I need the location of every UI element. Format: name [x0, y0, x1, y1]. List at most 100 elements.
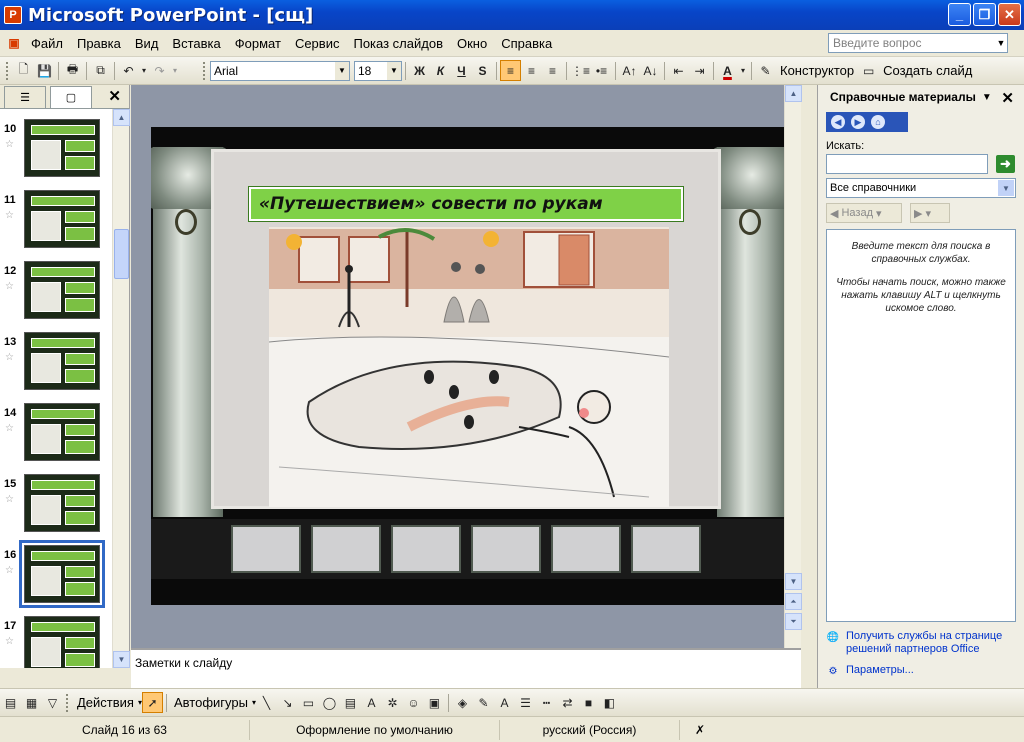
bulleted-list-icon[interactable]: •≡	[591, 60, 612, 81]
start-search-icon[interactable]: ➜	[996, 155, 1015, 173]
font-size-combo[interactable]: 18 ▼	[354, 60, 402, 81]
draw-font-color-icon[interactable]: A	[494, 692, 515, 713]
save-icon[interactable]: 💾	[34, 60, 55, 81]
scroll-down-icon[interactable]: ▼	[113, 651, 130, 668]
decrease-indent-icon[interactable]: ⇤	[668, 60, 689, 81]
forward-button[interactable]: ▶ ▾	[910, 203, 950, 223]
slide-thumbnail[interactable]: 14 ☆	[0, 401, 112, 465]
select-pointer-icon[interactable]: ➚	[141, 692, 163, 713]
slide-title[interactable]: «Путешествием» совести по рукам	[249, 187, 683, 221]
menu-help[interactable]: Справка	[494, 36, 559, 51]
slides-scrollbar[interactable]: ▲ ▼	[112, 109, 130, 668]
shadow-style-icon[interactable]: ■	[578, 692, 599, 713]
italic-button[interactable]: К	[430, 60, 451, 81]
partner-services-link[interactable]: 🌐 Получить службы на странице решений па…	[826, 630, 1016, 656]
slide-preview[interactable]	[24, 474, 100, 532]
menu-file[interactable]: Файл	[24, 36, 70, 51]
slide-thumbnail[interactable]: 12 ☆	[0, 259, 112, 323]
scroll-up-icon[interactable]: ▲	[113, 109, 130, 126]
undo-icon[interactable]: ↶	[118, 60, 139, 81]
forward-dropdown-icon[interactable]: ▾	[925, 207, 931, 220]
normal-view-icon[interactable]: ▤	[0, 692, 21, 713]
wordart-icon[interactable]: A	[361, 692, 382, 713]
rectangle-icon[interactable]: ▭	[298, 692, 319, 713]
scroll-down-icon[interactable]: ▼	[785, 573, 802, 590]
textbox-icon[interactable]: ▤	[340, 692, 361, 713]
align-center-icon[interactable]: ≡	[521, 60, 542, 81]
actions-menu[interactable]: Действия	[77, 695, 134, 710]
scroll-up-icon[interactable]: ▲	[785, 85, 802, 102]
slide-preview[interactable]	[24, 119, 100, 177]
slideshow-icon[interactable]: ▽	[42, 692, 63, 713]
editor-scrollbar[interactable]: ▲ ▼ ⏶ ⏷	[784, 85, 802, 648]
oval-icon[interactable]: ◯	[319, 692, 340, 713]
redo-dropdown-icon[interactable]: ▾	[170, 60, 180, 81]
slide-preview[interactable]	[24, 190, 100, 248]
slide-thumbnail[interactable]: 15 ☆	[0, 472, 112, 536]
slide-thumbnail[interactable]: 17 ☆	[0, 614, 112, 668]
slide-thumbnail[interactable]: 13 ☆	[0, 330, 112, 394]
slide-thumbnail[interactable]: 11 ☆	[0, 188, 112, 252]
3d-style-icon[interactable]: ◧	[599, 692, 620, 713]
decrease-font-icon[interactable]: A↓	[640, 60, 661, 81]
back-dropdown-icon[interactable]: ▾	[876, 207, 882, 220]
next-slide-icon[interactable]: ⏷	[785, 613, 802, 630]
forward-arrow-icon[interactable]: ▶	[851, 115, 865, 129]
search-input[interactable]	[826, 154, 988, 174]
toolbar-grip[interactable]	[203, 61, 207, 80]
menu-slideshow[interactable]: Показ слайдов	[346, 36, 450, 51]
slide-preview[interactable]	[19, 540, 105, 608]
print-icon[interactable]: 🖶	[62, 60, 83, 81]
reference-source-select[interactable]: Все справочники ▼	[826, 178, 1016, 198]
ask-dropdown-icon[interactable]: ▼	[994, 33, 1008, 53]
arrow-style-icon[interactable]: ⇄	[557, 692, 578, 713]
numbered-list-icon[interactable]: ⋮≡	[570, 60, 591, 81]
menu-format[interactable]: Формат	[228, 36, 288, 51]
font-name-combo[interactable]: Arial ▼	[210, 60, 350, 81]
task-pane-menu-icon[interactable]: ▼	[982, 92, 992, 103]
fill-color-icon[interactable]: ◈	[452, 692, 473, 713]
dash-style-icon[interactable]: ┅	[536, 692, 557, 713]
autoshapes-menu[interactable]: Автофигуры	[174, 695, 248, 710]
menu-tools[interactable]: Сервис	[288, 36, 347, 51]
line-icon[interactable]: ╲	[256, 692, 277, 713]
diagram-icon[interactable]: ✲	[382, 692, 403, 713]
bold-button[interactable]: Ж	[409, 60, 430, 81]
redo-icon[interactable]: ↷	[149, 60, 170, 81]
slide-illustration[interactable]	[269, 227, 669, 507]
arrow-icon[interactable]: ↘	[277, 692, 298, 713]
slide-thumbnail[interactable]: 16 ☆	[0, 540, 112, 608]
line-color-icon[interactable]: ✎	[473, 692, 494, 713]
slide-preview[interactable]	[24, 332, 100, 390]
document-icon[interactable]: ▣	[4, 34, 24, 52]
spelling-icon[interactable]: ✗	[680, 720, 720, 740]
research-options-text[interactable]: Параметры...	[846, 664, 914, 678]
font-color-icon[interactable]: A	[717, 60, 738, 81]
toolbar-grip[interactable]	[66, 693, 70, 712]
powerpoint-app-icon[interactable]: P	[4, 6, 22, 24]
partner-services-text[interactable]: Получить службы на странице решений парт…	[846, 630, 1016, 656]
increase-indent-icon[interactable]: ⇥	[689, 60, 710, 81]
outline-tab[interactable]: ☰	[4, 86, 46, 108]
notes-pane[interactable]: Заметки к слайду	[131, 648, 801, 688]
chevron-down-icon[interactable]: ▼	[387, 61, 401, 80]
new-slide-icon[interactable]: ▭	[858, 60, 879, 81]
back-button[interactable]: ◀ Назад ▾	[826, 203, 902, 223]
new-document-icon[interactable]: 🗋	[13, 60, 34, 81]
designer-icon[interactable]: ✎	[755, 60, 776, 81]
menu-edit[interactable]: Правка	[70, 36, 128, 51]
minimize-button[interactable]: _	[948, 3, 971, 26]
menu-view[interactable]: Вид	[128, 36, 166, 51]
shadow-button[interactable]: S	[472, 60, 493, 81]
clipart-icon[interactable]: ☺	[403, 692, 424, 713]
research-options-link[interactable]: ⚙ Параметры...	[826, 664, 914, 678]
toolbar-grip[interactable]	[6, 61, 10, 80]
increase-font-icon[interactable]: A↑	[619, 60, 640, 81]
close-pane-icon[interactable]: ✕	[108, 87, 121, 105]
designer-button[interactable]: Конструктор	[780, 63, 854, 78]
restore-button[interactable]: ❐	[973, 3, 996, 26]
undo-dropdown-icon[interactable]: ▾	[139, 60, 149, 81]
slides-tab[interactable]: ▢	[50, 86, 92, 108]
slide-preview[interactable]	[24, 261, 100, 319]
slide-preview[interactable]	[24, 616, 100, 668]
